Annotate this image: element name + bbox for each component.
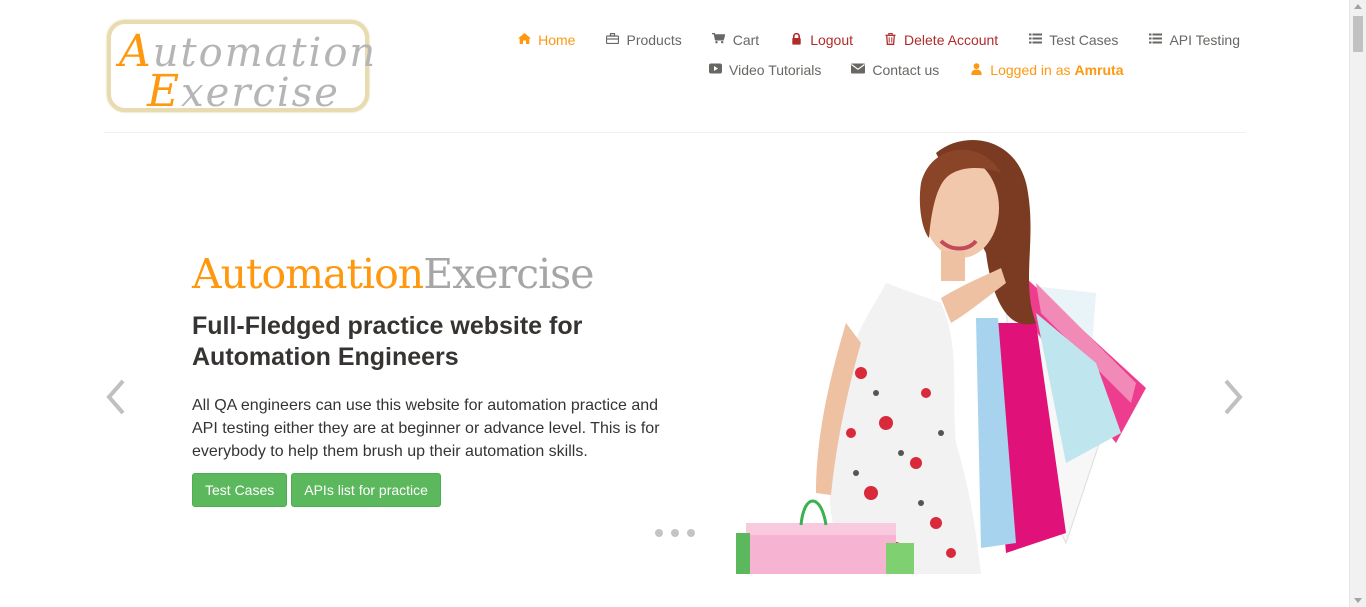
nav-test-cases-link[interactable]: Test Cases [1028,32,1118,48]
home-icon [517,33,531,47]
logged-in-username: Amruta [1074,62,1124,78]
briefcase-icon [605,33,620,47]
nav-logout-link[interactable]: Logout [789,32,853,48]
nav-cart-link[interactable]: Cart [712,32,759,48]
youtube-play-icon [708,63,722,77]
chevron-left-icon [106,379,125,415]
logo-line-2: Exercise [147,66,340,117]
site-logo[interactable]: Automation Exercise [107,20,375,117]
list-icon [1028,33,1042,47]
nav-contact-us-link[interactable]: Contact us [851,62,939,78]
nav-home-link[interactable]: Home [517,32,575,48]
carousel-indicators [655,529,703,537]
hero-buttons: Test Cases APIs list for practice [192,473,445,507]
scrollbar-thumb[interactable] [1353,16,1363,52]
cart-icon [712,32,726,47]
nav-delete-account-link[interactable]: Delete Account [883,32,998,48]
carousel-dot-2[interactable] [671,529,679,537]
lock-icon [789,32,803,48]
hero-woman-shopping-image [736,140,1146,574]
carousel-prev-button[interactable] [104,377,128,417]
carousel-dot-1[interactable] [655,529,663,537]
nav-video-tutorials-link[interactable]: Video Tutorials [708,62,821,78]
apis-list-button[interactable]: APIs list for practice [291,473,441,507]
main-nav: Home Products Cart Logout Delete Account… [470,28,1240,88]
carousel-dot-3[interactable] [687,529,695,537]
hero-title: AutomationExercise [192,250,594,298]
nav-products-link[interactable]: Products [605,32,682,48]
nav-row-1: Home Products Cart Logout Delete Account… [470,28,1240,52]
hero-subtitle: Full-Fledged practice website for Automa… [192,312,583,371]
nav-logged-in-user[interactable]: Logged in as Amruta [969,62,1124,78]
chevron-right-icon [1224,379,1243,415]
vertical-scrollbar[interactable] [1349,0,1366,607]
scroll-up-arrow-icon[interactable] [1354,4,1362,9]
envelope-icon [851,63,866,77]
carousel-next-button[interactable] [1221,377,1245,417]
nav-row-2: Video Tutorials Contact us Logged in as … [470,58,1240,82]
page: Automation Exercise Home Products Cart L… [0,0,1366,607]
test-cases-button[interactable]: Test Cases [192,473,288,507]
nav-api-testing-link[interactable]: API Testing [1148,32,1240,48]
trash-icon [883,32,897,48]
scroll-down-arrow-icon[interactable] [1354,598,1362,603]
user-icon [969,62,983,78]
hero-description: All QA engineers can use this website fo… [192,397,660,460]
list-icon [1148,33,1162,47]
